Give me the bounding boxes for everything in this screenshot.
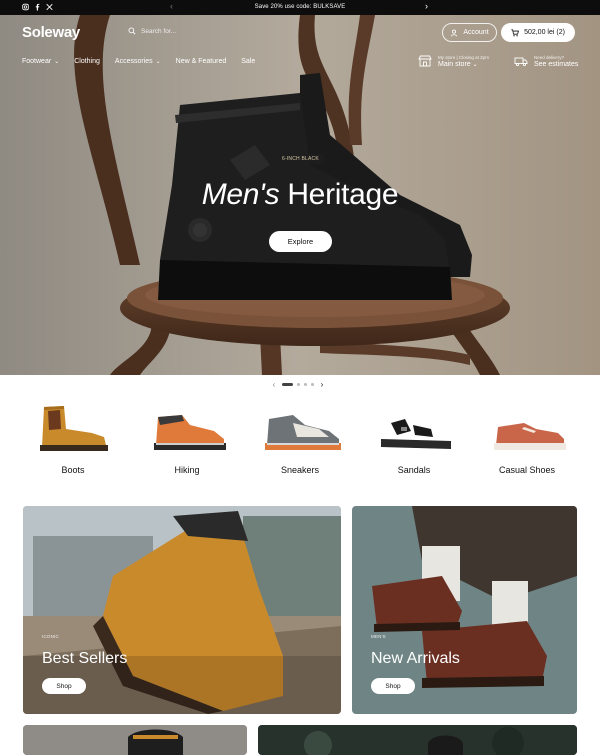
account-label: Account [463, 29, 489, 36]
category-label: Sneakers [280, 465, 320, 475]
category-casual-shoes[interactable]: Casual Shoes [477, 403, 577, 475]
category-label: Casual Shoes [498, 465, 556, 475]
account-button[interactable]: Account [442, 23, 497, 42]
promo-card-partial-1[interactable] [23, 725, 247, 755]
promo-tag: ICONIC [42, 634, 59, 639]
category-label: Sandals [397, 465, 431, 475]
delivery-link: See estimates [534, 61, 579, 68]
slider-dot[interactable] [311, 383, 314, 386]
slider-prev-icon[interactable]: ‹ [270, 380, 278, 389]
cart-icon [511, 28, 520, 36]
chevron-down-icon: ⌄ [54, 59, 60, 65]
store-name: Main store [438, 61, 471, 68]
slider-dot[interactable] [304, 383, 307, 386]
search-input[interactable]: Search for... [128, 27, 176, 35]
chevron-right-icon[interactable]: › [425, 1, 428, 11]
shop-button[interactable]: Shop [371, 678, 415, 694]
category-hiking[interactable]: Hiking [137, 403, 237, 475]
nav-item-footwear[interactable]: Footwear ⌄ [22, 58, 59, 65]
category-sandals[interactable]: Sandals [364, 403, 464, 475]
chevron-down-icon: ⌄ [155, 59, 161, 65]
promo-card-new-arrivals[interactable]: MEN'S New Arrivals Shop [352, 506, 577, 714]
cart-button[interactable]: 502,00 lei (2) [501, 23, 575, 42]
delivery-estimates[interactable]: Need delivery? See estimates [514, 55, 578, 68]
user-icon [451, 29, 458, 37]
sandal-image [381, 419, 451, 449]
nav-label: New & Featured [175, 58, 227, 65]
promo-image-partial [23, 725, 247, 755]
category-label: Hiking [174, 465, 200, 475]
slider-next-icon[interactable]: › [318, 380, 326, 389]
site-header: Soleway Search for... Account 502,00 lei… [0, 15, 600, 75]
delivery-question: Need delivery? [534, 55, 565, 60]
slider-dot[interactable] [297, 383, 300, 386]
truck-icon [514, 57, 528, 67]
promo-image-partial [258, 725, 577, 755]
announcement-message: Save 20% use code: BULKSAVE [254, 4, 346, 10]
promo-card-best-sellers[interactable]: ICONIC Best Sellers Shop [23, 506, 341, 714]
store-icon [418, 55, 432, 67]
announcement-bar: ‹ Save 20% use code: BULKSAVE › [0, 0, 600, 15]
nav-item-accessories[interactable]: Accessories ⌄ [115, 58, 161, 65]
nav-label: Accessories [114, 58, 153, 65]
explore-button[interactable]: Explore [269, 231, 332, 252]
nav-label: Sale [241, 58, 256, 65]
category-sneakers[interactable]: Sneakers [250, 403, 350, 475]
nav-item-clothing[interactable]: Clothing [74, 58, 100, 65]
main-nav: Footwear ⌄ Clothing Accessories ⌄ New & Fe… [22, 58, 270, 65]
site-logo[interactable]: Soleway [22, 24, 80, 41]
cart-label: 502,00 lei (2) [524, 29, 565, 36]
casual-shoe-image [494, 423, 566, 450]
promo-tag: MEN'S [371, 634, 386, 639]
hero-slider-controls: ‹ › [270, 380, 326, 389]
hero-title: Men's Heritage [0, 178, 600, 212]
nav-label: Footwear [22, 58, 52, 65]
slider-dot[interactable] [282, 383, 293, 386]
promo-title: New Arrivals [371, 650, 460, 667]
nav-item-sale[interactable]: Sale [241, 58, 255, 65]
hero-title-rest: Heritage [279, 178, 399, 211]
search-placeholder: Search for... [141, 27, 177, 35]
hero-tag: 6-INCH BLACK [276, 154, 325, 164]
store-status: My store | Closing at 2pm [438, 55, 489, 60]
nav-item-new-featured[interactable]: New & Featured [176, 58, 227, 65]
store-selector[interactable]: My store | Closing at 2pm Main store ⌄ [418, 55, 489, 68]
category-label: Boots [61, 465, 85, 475]
sneaker-image [265, 415, 341, 450]
promo-card-partial-2[interactable] [258, 725, 577, 755]
promo-title: Best Sellers [42, 650, 128, 667]
category-boots[interactable]: Boots [23, 403, 123, 475]
hiking-shoe-image [154, 415, 226, 450]
search-icon [128, 27, 136, 35]
chevron-down-icon: ⌄ [472, 62, 478, 68]
shop-button[interactable]: Shop [42, 678, 86, 694]
nav-label: Clothing [74, 58, 100, 65]
hero-title-italic: Men's [201, 178, 280, 211]
boot-image [40, 406, 108, 451]
